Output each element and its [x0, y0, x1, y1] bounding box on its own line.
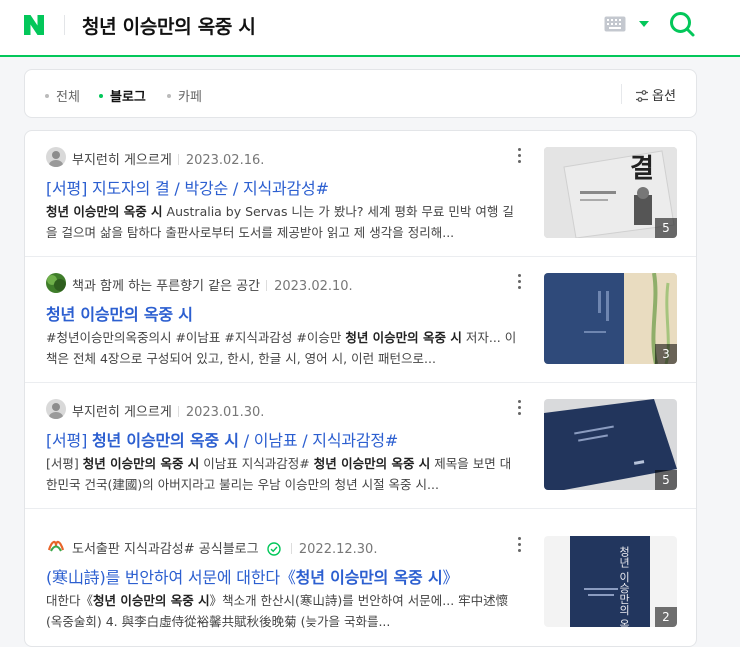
dropdown-arrow-icon[interactable]: [637, 17, 651, 31]
tab-cafe-label: 카페: [178, 90, 202, 105]
result-description[interactable]: [서평] 청년 이승만의 옥중 시 이남표 지식과감정# 청년 이승만의 옥중 …: [46, 453, 521, 495]
avatar[interactable]: [46, 147, 66, 167]
title-highlight: 청년 이승만의 옥중 시: [295, 568, 443, 587]
source-line: 부지런히 게으르게 2023.01.30.: [72, 401, 264, 420]
results-list: 부지런히 게으르게 2023.02.16. [서평] 지도자의 결 / 박강순 /…: [24, 130, 697, 647]
image-count-badge: 3: [655, 344, 677, 364]
desc-highlight: 청년 이승만의 옥중 시: [93, 593, 210, 608]
result-title[interactable]: [서평] 청년 이승만의 옥중 시 / 이남표 / 지식과감정#: [46, 427, 398, 451]
tab-dot-icon: [99, 93, 103, 98]
more-options-icon[interactable]: [514, 147, 524, 163]
author-name[interactable]: 책과 함께 하는 푸른향기 같은 공간: [72, 279, 260, 294]
author-name[interactable]: 부지런히 게으르게: [72, 405, 172, 420]
top-bar: 청년 이승만의 옥중 시: [0, 0, 740, 57]
image-count-badge: 2: [655, 607, 677, 627]
desc-highlight: 청년 이승만의 옥중 시: [46, 204, 163, 219]
thumbnail-image[interactable]: 청년 이승만의 옥중 시 2: [544, 536, 677, 627]
list-item: 부지런히 게으르게 2023.02.16. [서평] 지도자의 결 / 박강순 /…: [25, 131, 696, 257]
post-date: 2022.12.30.: [298, 542, 378, 557]
post-date: 2023.01.30.: [185, 405, 265, 420]
more-options-icon[interactable]: [514, 399, 524, 415]
title-text: 청년 이승만의 옥중 시: [46, 305, 193, 324]
author-name[interactable]: 부지런히 게으르게: [72, 153, 172, 168]
meta-divider: [266, 280, 268, 291]
desc-middle: 이남표 지식과감정#: [203, 456, 310, 471]
desc-prefix: #청년이승만의옥중의시 #이남표 #지식과감성 #이승만: [46, 330, 342, 345]
image-count-badge: 5: [655, 218, 677, 238]
header-divider: [64, 15, 65, 35]
thumbnail-image[interactable]: 결 5: [544, 147, 677, 238]
tab-blog-label: 블로그: [110, 90, 146, 105]
more-options-icon[interactable]: [514, 536, 524, 552]
title-highlight: 청년 이승만의 옥중 시: [92, 431, 239, 450]
thumb-cover-title: 청년 이승만의 옥중 시: [618, 546, 631, 627]
avatar[interactable]: [46, 536, 66, 556]
naver-logo[interactable]: [22, 13, 46, 37]
avatar[interactable]: [46, 399, 66, 419]
meta-divider: [290, 543, 292, 554]
title-suffix: / 이남표 / 지식과감정#: [243, 431, 399, 450]
source-line: 책과 함께 하는 푸른향기 같은 공간 2023.02.10.: [72, 275, 353, 294]
image-count-badge: 5: [655, 470, 677, 490]
verified-check-icon: [267, 541, 281, 556]
result-description[interactable]: 청년 이승만의 옥중 시 Australia by Servas 니는 가 봤나…: [46, 201, 521, 243]
desc-prefix: [서평]: [46, 456, 79, 471]
desc-highlight: 청년 이승만의 옥중 시: [345, 330, 462, 345]
list-item: 부지런히 게으르게 2023.01.30. [서평] 청년 이승만의 옥중 시 /…: [25, 383, 696, 509]
title-suffix: 》: [442, 568, 459, 587]
keyboard-icon[interactable]: [604, 16, 626, 32]
tab-all-label: 전체: [56, 90, 80, 105]
tab-dot-icon: [45, 93, 49, 98]
options-button[interactable]: 옵션: [635, 85, 676, 104]
list-item: 도서출판 지식과감성# 공식블로그 2022.12.30. (寒山詩)를 번안하…: [25, 509, 696, 646]
author-name[interactable]: 도서출판 지식과감성# 공식블로그: [72, 542, 259, 557]
post-date: 2023.02.16.: [185, 153, 265, 168]
tab-blog[interactable]: 블로그: [99, 86, 146, 105]
options-label: 옵션: [652, 89, 676, 104]
title-prefix: [서평]: [46, 431, 88, 450]
result-title[interactable]: (寒山詩)를 번안하여 서문에 대한다《청년 이승만의 옥중 시》: [46, 564, 458, 588]
desc-highlight: 청년 이승만의 옥중 시: [313, 456, 431, 471]
tab-all[interactable]: 전체: [45, 86, 80, 105]
filter-divider: [621, 84, 622, 104]
desc-prefix: 대한다《: [46, 593, 94, 608]
tab-dot-icon: [167, 93, 171, 98]
thumb-cover-title: 결: [630, 154, 654, 184]
avatar[interactable]: [46, 273, 66, 293]
tab-cafe[interactable]: 카페: [167, 86, 202, 105]
search-icon[interactable]: [668, 10, 696, 38]
sliders-icon: [636, 89, 648, 102]
more-options-icon[interactable]: [514, 273, 524, 289]
result-description[interactable]: 대한다《청년 이승만의 옥중 시》책소개 한산시(寒山詩)를 번안하여 서문에.…: [46, 590, 521, 632]
meta-divider: [177, 406, 179, 417]
post-date: 2023.02.10.: [274, 279, 353, 294]
desc-highlight: 청년 이승만의 옥중 시: [82, 456, 200, 471]
thumbnail-image[interactable]: 5: [544, 399, 677, 490]
thumbnail-image[interactable]: 3: [544, 273, 677, 364]
search-query[interactable]: 청년 이승만의 옥중 시: [82, 12, 256, 39]
result-description[interactable]: #청년이승만의옥중의시 #이남표 #지식과감성 #이승만 청년 이승만의 옥중 …: [46, 327, 521, 369]
result-title[interactable]: [서평] 지도자의 결 / 박강순 / 지식과감성#: [46, 175, 329, 199]
meta-divider: [177, 154, 179, 165]
source-line: 도서출판 지식과감성# 공식블로그 2022.12.30.: [72, 538, 377, 557]
source-line: 부지런히 게으르게 2023.02.16.: [72, 149, 264, 168]
title-prefix: (寒山詩)를 번안하여 서문에 대한다《: [46, 568, 296, 587]
filter-bar: 전체 블로그 카페 옵션: [24, 69, 697, 118]
title-text: [서평] 지도자의 결 / 박강순 / 지식과감성#: [46, 179, 329, 198]
result-title[interactable]: 청년 이승만의 옥중 시: [46, 301, 193, 325]
list-item: 책과 함께 하는 푸른향기 같은 공간 2023.02.10. 청년 이승만의 옥…: [25, 257, 696, 383]
